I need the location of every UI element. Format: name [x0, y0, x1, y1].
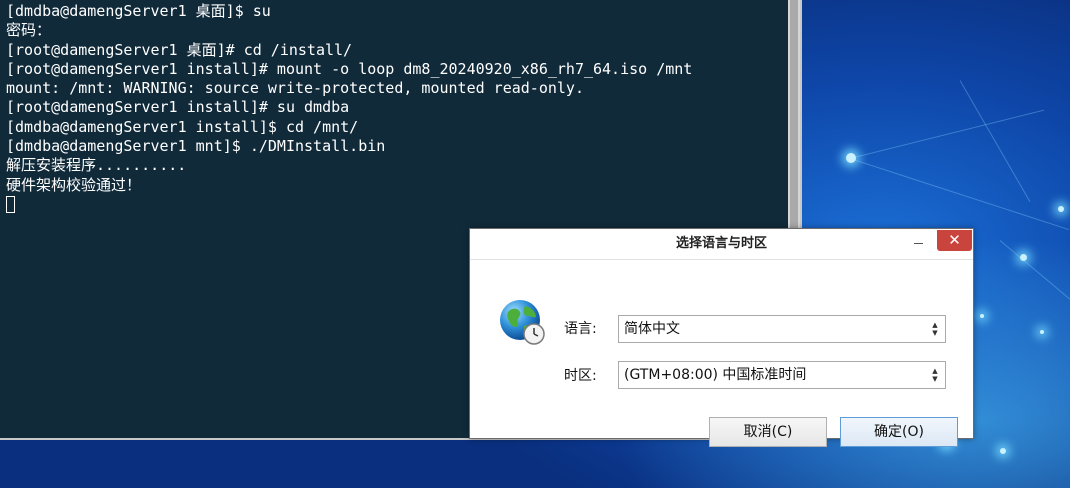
network-line — [999, 240, 1070, 319]
light-dot — [1000, 448, 1006, 454]
spinner-arrows-icon: ▲ ▼ — [932, 321, 938, 337]
minimize-button[interactable] — [910, 235, 926, 251]
network-line — [959, 80, 1031, 202]
close-button[interactable]: ✕ — [937, 230, 972, 251]
light-dot — [980, 314, 984, 318]
terminal-line: mount: /mnt: WARNING: source write-prote… — [6, 79, 584, 98]
terminal-line: [root@damengServer1 install]# mount -o l… — [6, 59, 693, 78]
language-select[interactable]: 简体中文 ▲ ▼ — [618, 315, 946, 343]
terminal-line: [root@damengServer1 桌面]# cd /install/ — [6, 40, 353, 59]
terminal-prompt-line[interactable] — [6, 195, 692, 214]
globe-clock-icon — [500, 300, 545, 345]
ok-button[interactable]: 确定(O) — [840, 417, 958, 447]
terminal-line: [dmdba@damengServer1 桌面]$ su — [6, 2, 271, 20]
terminal-output: [dmdba@damengServer1 桌面]$ su 密码： [root@dam… — [6, 2, 692, 214]
timezone-select[interactable]: (GTM+08:00) 中国标准时间 ▲ ▼ — [618, 361, 946, 389]
light-dot — [1040, 330, 1044, 334]
terminal-line: [dmdba@damengServer1 mnt]$ ./DMInstall.b… — [6, 137, 386, 156]
dialog-body: 语言: 简体中文 ▲ ▼ 时区: (GTM+08:00) 中国标准时间 ▲ ▼ 取消… — [470, 260, 973, 447]
light-dot — [1058, 206, 1064, 212]
timezone-label: 时区: — [564, 368, 597, 384]
network-line — [849, 109, 1045, 159]
scrollbar-thumb[interactable] — [790, 0, 798, 228]
network-line — [849, 158, 1069, 231]
spinner-arrows-icon: ▲ ▼ — [932, 367, 938, 383]
language-label: 语言: — [564, 321, 597, 337]
dialog-title: 选择语言与时区 — [675, 236, 767, 251]
terminal-cursor — [6, 195, 15, 213]
cancel-button[interactable]: 取消(C) — [709, 417, 827, 447]
terminal-line: 密码： — [6, 21, 52, 40]
language-select-value: 简体中文 — [624, 321, 680, 337]
language-timezone-dialog: 选择语言与时区 ✕ 语言: 简体中文 ▲ ▼ 时区: (GTM+08:00) 中… — [469, 228, 974, 447]
terminal-line: 硬件架构校验通过！ — [6, 175, 142, 194]
dialog-titlebar[interactable]: 选择语言与时区 ✕ — [470, 229, 973, 260]
terminal-line: 解压安装程序.......... — [6, 156, 187, 175]
light-dot — [846, 153, 856, 163]
timezone-select-value: (GTM+08:00) 中国标准时间 — [624, 367, 807, 383]
terminal-line: [dmdba@damengServer1 install]$ cd /mnt/ — [6, 117, 359, 136]
light-dot — [1020, 254, 1027, 261]
terminal-line: [root@damengServer1 install]# su dmdba — [6, 98, 350, 117]
